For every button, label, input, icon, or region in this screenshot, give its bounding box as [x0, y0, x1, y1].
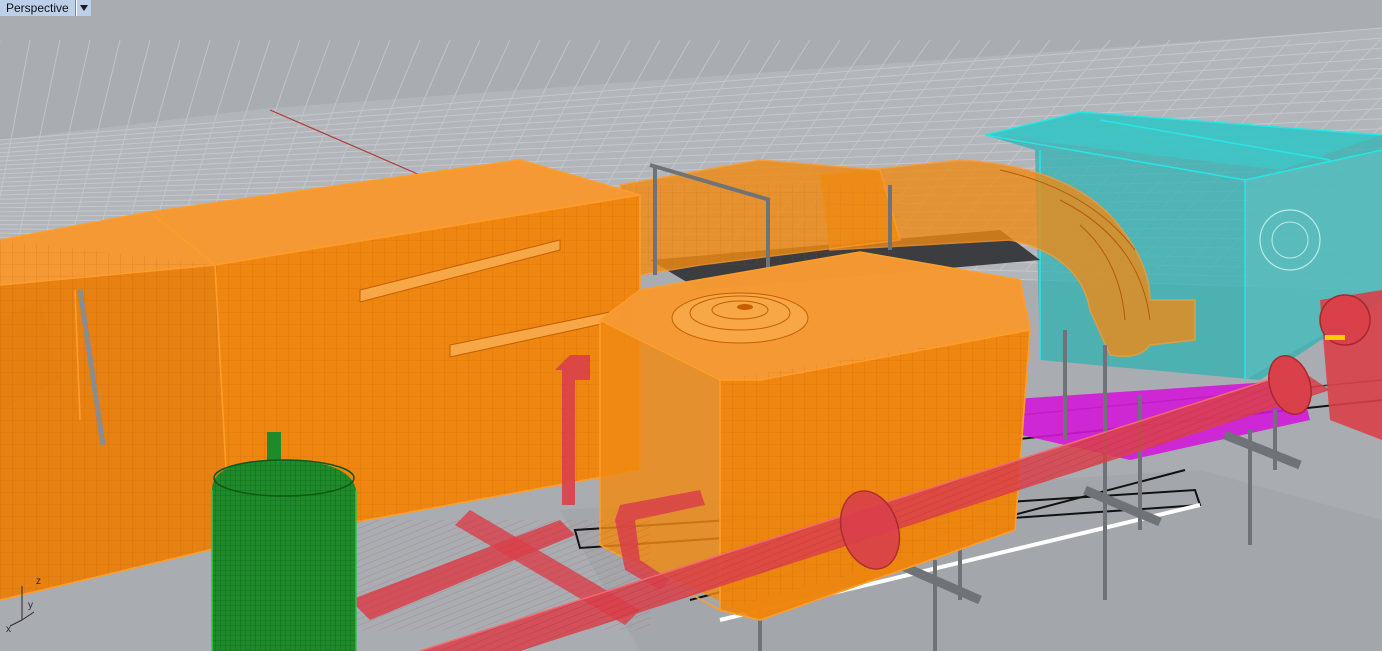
z-axis-label: z	[36, 576, 41, 587]
perspective-viewport[interactable]: Perspective z y x	[0, 0, 1382, 651]
3d-scene[interactable]	[0, 0, 1382, 651]
viewport-title-tab[interactable]: Perspective	[0, 0, 91, 16]
x-axis-label: x	[6, 624, 11, 632]
expansion-tank[interactable]	[211, 432, 357, 651]
fan-housing[interactable]	[671, 292, 809, 344]
y-axis-label: y	[28, 600, 33, 611]
axes-widget: z y x	[6, 576, 41, 632]
viewport-title[interactable]: Perspective	[0, 0, 76, 16]
chevron-down-icon[interactable]	[75, 0, 91, 16]
